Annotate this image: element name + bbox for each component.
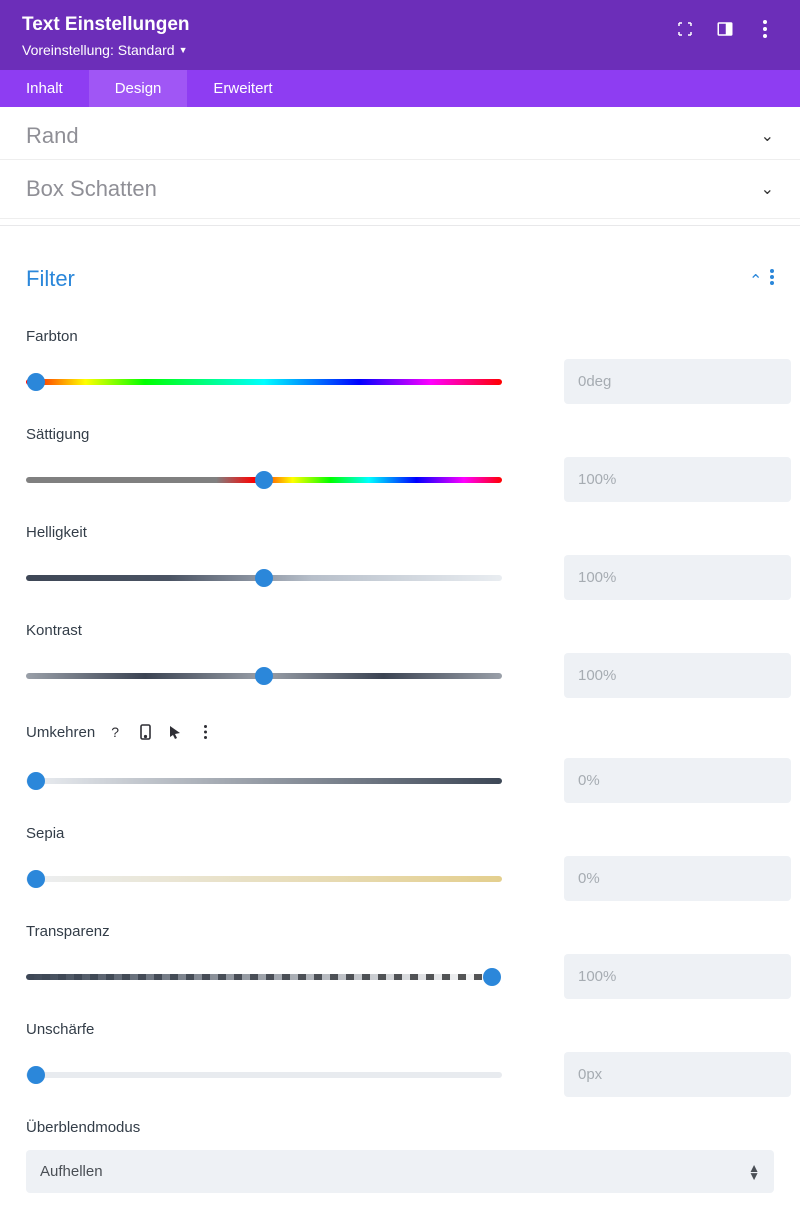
preset-label: Voreinstellung: Standard [22, 42, 175, 58]
blur-thumb[interactable] [27, 1066, 45, 1084]
sepia-input[interactable] [564, 856, 791, 901]
hue-label: Farbton [26, 328, 78, 345]
contrast-thumb[interactable] [255, 667, 273, 685]
field-contrast: Kontrast [26, 622, 774, 698]
hover-icon[interactable] [163, 720, 187, 744]
hue-slider[interactable] [26, 374, 502, 390]
brightness-thumb[interactable] [255, 569, 273, 587]
chevron-down-icon: ⌄ [761, 179, 774, 199]
opacity-label: Transparenz [26, 923, 110, 940]
tab-advanced[interactable]: Erweitert [187, 70, 298, 107]
preset-dropdown[interactable]: Voreinstellung: Standard ▼ [22, 42, 190, 58]
invert-thumb[interactable] [27, 772, 45, 790]
sepia-track [26, 876, 502, 882]
blend-select[interactable]: Aufhellen [26, 1150, 774, 1193]
contrast-slider[interactable] [26, 668, 502, 684]
chevron-up-icon[interactable]: ⌄ [749, 269, 762, 289]
field-saturation: Sättigung [26, 426, 774, 502]
header-left: Text Einstellungen Voreinstellung: Stand… [22, 14, 190, 58]
hue-track [26, 379, 502, 385]
invert-slider[interactable] [26, 773, 502, 789]
brightness-input[interactable] [564, 555, 791, 600]
brightness-label: Helligkeit [26, 524, 87, 541]
field-sepia: Sepia [26, 825, 774, 901]
saturation-thumb[interactable] [255, 471, 273, 489]
field-blend-mode: Überblendmodus Aufhellen ▲▼ [26, 1119, 774, 1193]
brightness-slider[interactable] [26, 570, 502, 586]
opacity-input[interactable] [564, 954, 791, 999]
tab-content[interactable]: Inhalt [0, 70, 89, 107]
accordion-border[interactable]: Rand ⌄ [0, 107, 800, 159]
tabs: Inhalt Design Erweitert [0, 70, 800, 107]
invert-label: Umkehren [26, 724, 95, 741]
help-icon[interactable]: ? [103, 720, 127, 744]
accordion-box-shadow-title: Box Schatten [26, 176, 157, 202]
expand-icon[interactable] [676, 20, 694, 38]
sepia-label: Sepia [26, 825, 64, 842]
hue-thumb[interactable] [27, 373, 45, 391]
blur-slider[interactable] [26, 1067, 502, 1083]
field-opacity: Transparenz [26, 923, 774, 999]
hue-input[interactable] [564, 359, 791, 404]
invert-track [26, 778, 502, 784]
field-more-icon[interactable] [193, 720, 217, 744]
saturation-slider[interactable] [26, 472, 502, 488]
blur-label: Unschärfe [26, 1021, 94, 1038]
filter-panel: Farbton Sättigung Helligkeit [0, 296, 800, 1223]
field-hue: Farbton [26, 328, 774, 404]
opacity-track [26, 974, 502, 980]
invert-input[interactable] [564, 758, 791, 803]
contrast-input[interactable] [564, 653, 791, 698]
blur-input[interactable] [564, 1052, 791, 1097]
field-blur: Unschärfe [26, 1021, 774, 1097]
blend-label: Überblendmodus [26, 1119, 140, 1136]
header-actions [676, 14, 778, 38]
sepia-slider[interactable] [26, 871, 502, 887]
saturation-label: Sättigung [26, 426, 89, 443]
opacity-slider[interactable] [26, 969, 502, 985]
accordion-filter-title: Filter [26, 266, 75, 292]
field-brightness: Helligkeit [26, 524, 774, 600]
chevron-down-icon: ⌄ [761, 126, 774, 146]
accordion-border-title: Rand [26, 123, 79, 149]
field-invert: Umkehren ? [26, 720, 774, 803]
saturation-input[interactable] [564, 457, 791, 502]
caret-down-icon: ▼ [179, 45, 188, 55]
contrast-label: Kontrast [26, 622, 82, 639]
mobile-icon[interactable] [133, 720, 157, 744]
accordion-filter-header[interactable]: Filter ⌄ [0, 226, 800, 296]
opacity-thumb[interactable] [483, 968, 501, 986]
tab-design[interactable]: Design [89, 70, 188, 107]
section-more-icon[interactable] [770, 269, 774, 290]
more-icon[interactable] [756, 20, 774, 38]
sepia-thumb[interactable] [27, 870, 45, 888]
invert-option-icons: ? [103, 720, 217, 744]
panel-icon[interactable] [716, 20, 734, 38]
accordion-box-shadow[interactable]: Box Schatten ⌄ [0, 159, 800, 219]
blur-track [26, 1072, 502, 1078]
settings-header: Text Einstellungen Voreinstellung: Stand… [0, 0, 800, 70]
page-title: Text Einstellungen [22, 14, 190, 36]
